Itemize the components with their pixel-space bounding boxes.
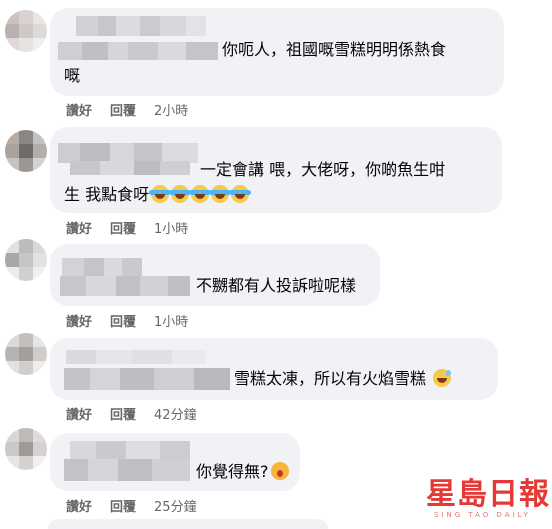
comment-text: 你呃人，祖國嘅雪糕明明係熱食 xyxy=(222,40,447,59)
blurred-username xyxy=(76,16,206,36)
sing-tao-daily-logo: 星島日報 SING TAO DAILY xyxy=(426,477,550,519)
like-button[interactable]: 讚好 xyxy=(66,496,92,515)
reply-button[interactable]: 回覆 xyxy=(110,100,136,119)
reply-button[interactable]: 回覆 xyxy=(110,496,136,515)
logo-subtitle: SING TAO DAILY xyxy=(434,511,531,519)
next-comment-bubble-partial xyxy=(48,519,328,529)
timestamp[interactable]: 2小時 xyxy=(154,100,188,119)
avatar[interactable] xyxy=(5,333,47,375)
comment-text: 雪糕太凍，所以有火焰雪糕 xyxy=(234,369,427,388)
reply-button[interactable]: 回覆 xyxy=(110,404,136,423)
comment-actions: 讚好 回覆 42分鐘 xyxy=(66,404,197,423)
comment-text: 你覺得無? xyxy=(196,462,269,481)
comment-bubble: 雪糕太凍，所以有火焰雪糕 xyxy=(50,338,498,400)
logo-name: 星島日報 xyxy=(426,477,550,512)
blurred-username xyxy=(70,441,190,459)
blurred-username xyxy=(70,161,190,175)
comment-actions: 讚好 回覆 1小時 xyxy=(66,311,188,330)
like-button[interactable]: 讚好 xyxy=(66,311,92,330)
astonished-face-icon xyxy=(270,462,289,480)
reply-button[interactable]: 回覆 xyxy=(110,311,136,330)
blurred-username xyxy=(60,276,190,296)
face-with-tears-of-joy-icon xyxy=(149,185,172,203)
like-button[interactable]: 讚好 xyxy=(66,404,92,423)
timestamp[interactable]: 1小時 xyxy=(154,218,188,237)
face-with-tears-of-joy-icon xyxy=(189,185,212,203)
avatar[interactable] xyxy=(5,130,47,172)
comment-actions: 讚好 回覆 25分鐘 xyxy=(66,496,197,515)
comment-text-line: 你覺得無? xyxy=(196,461,289,483)
comment-bubble: 你覺得無? xyxy=(50,433,300,491)
grinning-sweat-icon xyxy=(433,369,452,387)
like-button[interactable]: 讚好 xyxy=(66,100,92,119)
reply-button[interactable]: 回覆 xyxy=(110,218,136,237)
blurred-username xyxy=(64,459,190,481)
timestamp[interactable]: 1小時 xyxy=(154,311,188,330)
timestamp[interactable]: 25分鐘 xyxy=(154,496,197,515)
comment-bubble: 你呃人，祖國嘅雪糕明明係熱食 嘅 xyxy=(50,8,504,96)
comment-actions: 讚好 回覆 1小時 xyxy=(66,218,188,237)
blurred-username xyxy=(58,143,198,163)
blurred-username xyxy=(58,42,218,60)
comment-text-line: 生 我點食呀 xyxy=(64,184,252,206)
comment-text: 不嬲都有人投訴啦呢樣 xyxy=(196,276,357,295)
comment-text-line: 雪糕太凍，所以有火焰雪糕 xyxy=(234,368,452,390)
timestamp[interactable]: 42分鐘 xyxy=(154,404,197,423)
comment-text: 生 我點食呀 xyxy=(64,185,150,204)
comment-actions: 讚好 回覆 2小時 xyxy=(66,100,188,119)
blurred-username xyxy=(64,368,230,390)
avatar[interactable] xyxy=(5,10,47,52)
blurred-username xyxy=(66,350,206,364)
comment-bubble: 不嬲都有人投訴啦呢樣 xyxy=(50,244,380,306)
face-with-tears-of-joy-icon xyxy=(229,185,252,203)
comment-text: 嘅 xyxy=(64,66,81,85)
avatar[interactable] xyxy=(5,428,47,470)
avatar[interactable] xyxy=(5,239,47,281)
face-with-tears-of-joy-icon xyxy=(209,185,232,203)
blurred-username xyxy=(62,258,142,276)
face-with-tears-of-joy-icon xyxy=(169,185,192,203)
comment-text: 一定會講 喂，大佬呀，你啲魚生咁 xyxy=(200,160,446,179)
comment-bubble: 一定會講 喂，大佬呀，你啲魚生咁 生 我點食呀 xyxy=(50,127,502,213)
like-button[interactable]: 讚好 xyxy=(66,218,92,237)
